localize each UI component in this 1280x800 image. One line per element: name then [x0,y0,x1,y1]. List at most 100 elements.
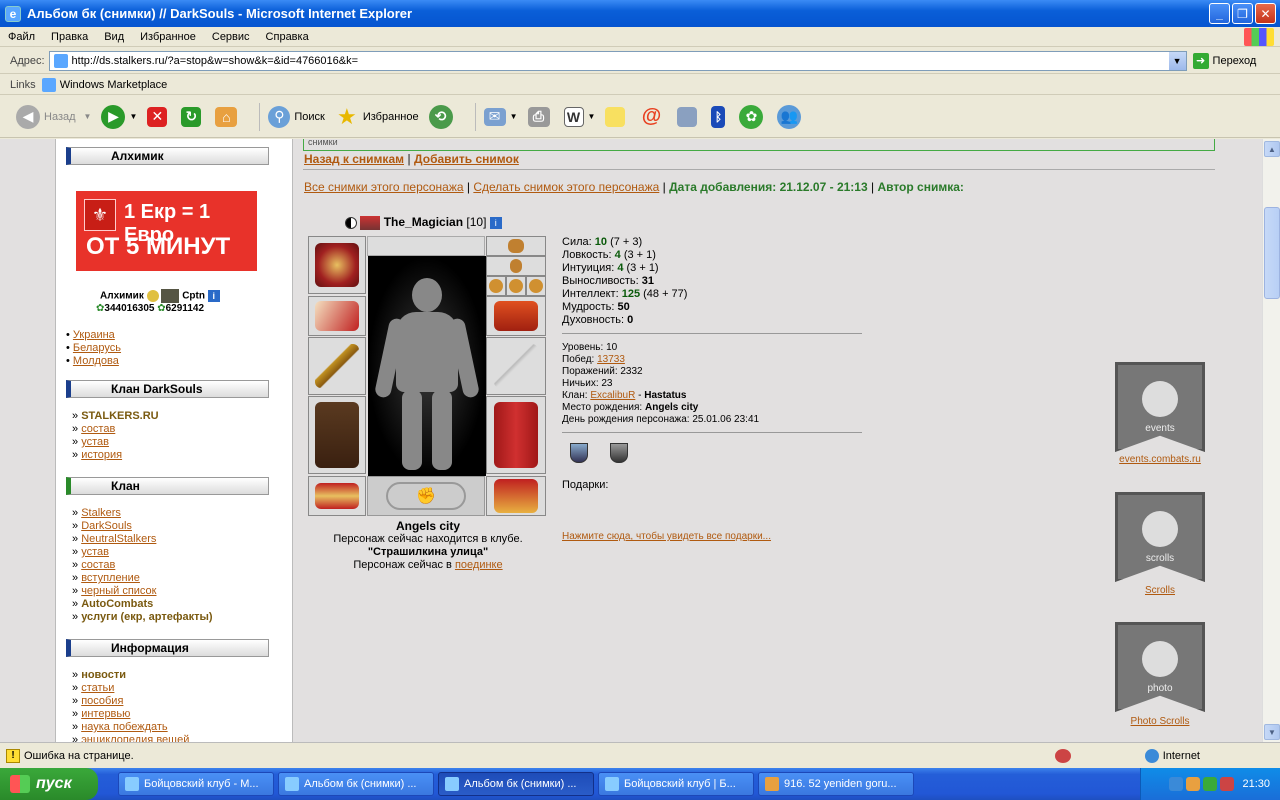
scroll-thumb[interactable] [1264,207,1280,299]
info-icon[interactable]: i [207,290,220,302]
wins-link[interactable]: 13733 [597,354,625,365]
back-dropdown-icon[interactable]: ▼ [84,112,92,121]
link-ds-history[interactable]: история [81,449,122,461]
pants-slot[interactable] [486,396,546,474]
mail-icon[interactable]: ✉ [483,107,506,126]
task-5[interactable]: 916. 52 yeniden goru... [758,772,914,796]
link-moldova[interactable]: Молдова [73,355,119,367]
link-belarus[interactable]: Беларусь [73,342,121,354]
char-info-icon[interactable]: i [489,216,502,229]
minimize-button[interactable]: _ [1209,3,1230,24]
link-ds-roster[interactable]: состав [81,423,115,435]
bluetooth-icon[interactable]: ᛒ [711,105,726,128]
search-button[interactable]: ⚲ Поиск [268,105,325,128]
link-neutralstalkers[interactable]: NeutralStalkers [81,533,156,545]
photo-banner[interactable]: photo [1110,617,1210,717]
menu-help[interactable]: Справка [258,31,317,43]
link-ukraine[interactable]: Украина [73,329,115,341]
note-icon[interactable] [605,106,626,127]
all-shots-link[interactable]: Все снимки этого персонажа [304,180,464,194]
tray-icon[interactable] [1169,777,1184,791]
events-banner[interactable]: events [1110,357,1210,457]
link-guides[interactable]: пособия [81,695,123,707]
euro-banner[interactable]: ⚜ 1 Екр = 1 Евро ОТ 5 МИНУТ [76,191,257,271]
warning-icon[interactable]: ! [6,748,20,763]
go-button[interactable]: ➜ Переход [1192,52,1256,69]
menu-tools[interactable]: Сервис [204,31,258,43]
scrolls-link[interactable]: Scrolls [1145,585,1175,596]
menu-file[interactable]: Файл [0,31,43,43]
messenger-icon[interactable] [677,106,698,127]
boots-slot[interactable] [486,476,546,516]
link-autocombats[interactable]: AutoCombats [81,598,153,610]
address-dropdown-icon[interactable]: ▼ [1168,51,1186,70]
vertical-scrollbar[interactable]: ▲ ▼ [1262,139,1280,742]
link-darksouls[interactable]: DarkSouls [81,520,132,532]
menu-favorites[interactable]: Избранное [132,31,204,43]
menu-view[interactable]: Вид [96,31,132,43]
ring-slot-1[interactable] [486,276,506,296]
scrolls-banner[interactable]: scrolls [1110,487,1210,587]
link-windows-marketplace[interactable]: Windows Marketplace [60,79,168,91]
link-clan-roster[interactable]: состав [81,559,115,571]
back-button[interactable]: ◀ Назад ▼ [16,104,92,129]
ring-slot-3[interactable] [526,276,546,296]
helmet-slot[interactable] [308,236,366,294]
task-3-active[interactable]: Альбом бк (снимки) ... [438,772,594,796]
start-button[interactable]: пуск [0,768,98,800]
gloves-slot[interactable] [486,296,546,336]
link-services[interactable]: услуги (екр, артефакты) [81,611,212,623]
tray-icon[interactable] [1220,777,1235,791]
favorites-button[interactable]: ★ Избранное [335,104,419,129]
close-button[interactable]: ✕ [1255,3,1276,24]
bracer-slot[interactable] [308,296,366,336]
refresh-icon[interactable]: ↻ [181,106,202,127]
badge-shield-icon-2[interactable] [610,443,628,463]
link-encyclopedia[interactable]: энциклопедия вещей [81,734,189,742]
forward-dropdown-icon[interactable]: ▼ [129,112,137,121]
scroll-up-icon[interactable]: ▲ [1264,141,1280,157]
maximize-button[interactable]: ❐ [1232,3,1253,24]
link-news[interactable]: новости [81,669,126,681]
tray-icon[interactable] [1203,777,1218,791]
earring-slot[interactable] [486,236,546,256]
link-blacklist[interactable]: черный список [81,585,156,597]
link-interviews[interactable]: интервью [81,708,130,720]
menu-edit[interactable]: Правка [43,31,96,43]
ring-slot-2[interactable] [506,276,526,296]
back-to-shots-link[interactable]: Назад к снимкам [304,152,404,166]
photo-scrolls-link[interactable]: Photo Scrolls [1131,716,1190,727]
task-4[interactable]: Бойцовский клуб | Б... [598,772,754,796]
clan-link[interactable]: ExcalibuR [590,390,635,401]
gifts-link[interactable]: Нажмите сюда, чтобы увидеть все подарки.… [562,531,771,542]
icq-icon[interactable]: ✿ [739,104,764,129]
shield-slot[interactable] [486,337,546,395]
history-icon[interactable]: ⟲ [428,104,453,129]
stop-icon[interactable]: ✕ [147,106,168,127]
weapon-slot[interactable] [308,337,366,395]
badge-shield-icon-1[interactable] [570,443,588,463]
task-2[interactable]: Альбом бк (снимки) ... [278,772,434,796]
link-join[interactable]: вступление [81,572,140,584]
tray-icon[interactable] [1186,777,1201,791]
link-ds-charter[interactable]: устав [81,436,109,448]
home-icon[interactable]: ⌂ [215,106,238,127]
fight-link[interactable]: поединке [455,559,503,571]
forward-button[interactable]: ▶ ▼ [101,104,137,129]
add-shot-link[interactable]: Добавить снимок [414,152,519,166]
link-clan-charter[interactable]: устав [81,546,109,558]
print-icon[interactable]: ⎙ [527,106,550,127]
address-input[interactable]: http://ds.stalkers.ru/?a=stop&w=show&k=&… [48,50,1187,71]
contacts-icon[interactable]: 👥 [777,104,802,129]
amulet-slot[interactable] [486,256,546,276]
link-science[interactable]: наука побеждать [81,721,167,733]
privacy-icon[interactable] [1055,748,1071,763]
link-stalkers-ru[interactable]: STALKERS.RU [81,410,158,422]
edit-icon[interactable]: W [563,106,584,127]
belt-slot[interactable] [308,476,366,516]
armor-slot[interactable] [308,396,366,474]
task-1[interactable]: Бойцовский клуб - М... [118,772,274,796]
at-icon[interactable]: @ [639,105,663,129]
scroll-down-icon[interactable]: ▼ [1264,724,1280,740]
link-stalkers[interactable]: Stalkers [81,507,121,519]
